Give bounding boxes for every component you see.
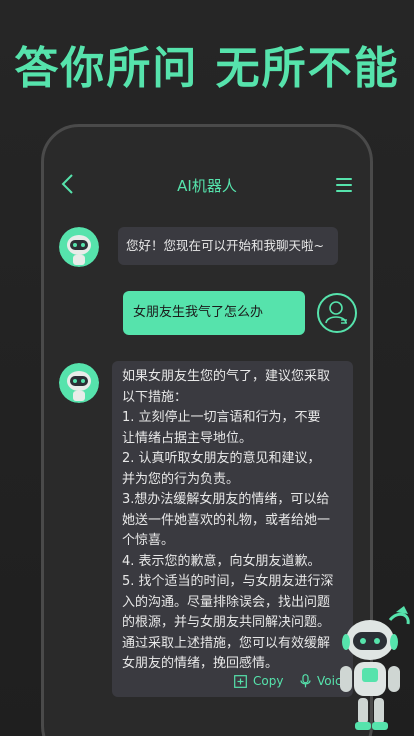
answer-bubble: 如果女朋友生您的气了，建议您采取 以下措施： 1. 立刻停止一切言语和行为，不要…	[112, 361, 353, 697]
copy-label: Copy	[253, 674, 284, 688]
top-bar: AI机器人	[44, 171, 370, 201]
answer-line: 以下措施：	[122, 389, 188, 405]
page-title: AI机器人	[177, 177, 237, 195]
greeting-bubble: 您好！您现在可以开始和我聊天啦~	[118, 227, 338, 265]
answer-line: 入的沟通。尽量排除误会，找出问题	[122, 594, 331, 610]
answer-line: 2. 认真听取女朋友的意见和建议，	[122, 451, 321, 466]
phone-frame: AI机器人 您好！您现在可以开始和我聊天啦~ 女朋友生我气了怎么办 如果女朋友生…	[41, 124, 373, 736]
answer-line: 让情绪占据主导地位。	[122, 430, 253, 446]
screen: 答你所问 无所不能 AI机器人 您好！您现在可以开始和我聊天啦~ 女朋友生我气了…	[0, 0, 414, 736]
robot-mascot-icon	[338, 606, 414, 736]
copy-button[interactable]: Copy	[234, 671, 283, 691]
robot-icon	[59, 227, 99, 267]
answer-line: 5. 找个适当的时间，与女朋友进行深	[122, 574, 334, 589]
copy-icon	[234, 674, 247, 688]
answer-line: 3.想办法缓解女朋友的情绪，可以给	[122, 492, 330, 507]
answer-line: 她送一件她喜欢的礼物，或者给她一	[122, 512, 331, 528]
answer-line: 并为您的行为负责。	[122, 471, 240, 487]
answer-line: 通过采取上述措施，您可以有效缓解	[122, 635, 331, 651]
answer-line: 个惊喜。	[122, 533, 175, 548]
answer-line: 4. 表示您的歉意，向女朋友道歉。	[122, 553, 321, 569]
bot-avatar	[59, 227, 99, 267]
user-avatar	[317, 293, 357, 333]
message-actions: Copy Voice	[112, 671, 353, 691]
bot-avatar	[59, 363, 99, 403]
headline: 答你所问 无所不能	[14, 43, 400, 94]
menu-icon[interactable]	[336, 178, 352, 192]
microphone-icon	[300, 674, 311, 688]
robot-icon	[59, 363, 99, 403]
answer-line: 如果女朋友生您的气了，建议您采取	[122, 369, 331, 384]
answer-line: 1. 立刻停止一切言语和行为，不要	[122, 410, 321, 425]
answer-line: 的根源，并与女朋友共同解决问题。	[122, 615, 331, 630]
user-message-bubble: 女朋友生我气了怎么办	[123, 291, 305, 335]
user-icon	[325, 301, 347, 324]
